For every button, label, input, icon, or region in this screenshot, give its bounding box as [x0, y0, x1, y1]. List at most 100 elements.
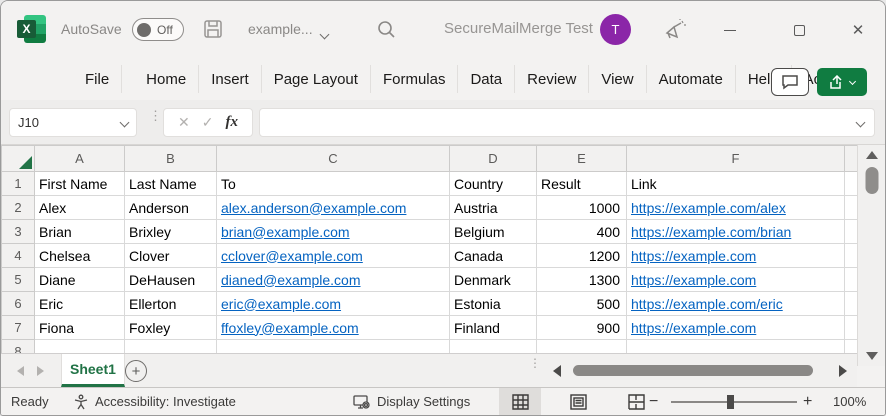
insert-function-button[interactable]: fx [225, 114, 238, 131]
horizontal-scrollbar-thumb[interactable] [573, 365, 813, 376]
cell-email-link[interactable]: cclover@example.com [217, 244, 450, 268]
cell[interactable]: Belgium [450, 220, 537, 244]
col-header-c[interactable]: C [217, 146, 450, 172]
tab-page-layout[interactable]: Page Layout [262, 65, 371, 93]
cell-email-link[interactable]: alex.anderson@example.com [217, 196, 450, 220]
save-icon[interactable] [203, 19, 223, 39]
row-header-5[interactable]: 5 [2, 268, 35, 292]
cell[interactable]: Denmark [450, 268, 537, 292]
cell[interactable] [627, 340, 845, 354]
cell[interactable]: Brian [35, 220, 125, 244]
cell[interactable] [845, 196, 858, 220]
col-header-f[interactable]: F [627, 146, 845, 172]
cell[interactable] [845, 220, 858, 244]
cell[interactable]: 900 [537, 316, 627, 340]
cell[interactable]: Fiona [35, 316, 125, 340]
cell[interactable] [845, 292, 858, 316]
cell-email-link[interactable]: ffoxley@example.com [217, 316, 450, 340]
tab-review[interactable]: Review [515, 65, 589, 93]
cancel-icon[interactable]: ✕ [178, 114, 190, 131]
cell[interactable]: 400 [537, 220, 627, 244]
tab-home[interactable]: Home [134, 65, 199, 93]
share-button[interactable] [817, 68, 867, 96]
cell-url-link[interactable]: https://example.com/eric [627, 292, 845, 316]
avatar[interactable]: T [600, 14, 631, 45]
cell-url-link[interactable]: https://example.com [627, 244, 845, 268]
accessibility-status[interactable]: Accessibility: Investigate [73, 388, 236, 415]
cell-url-link[interactable]: https://example.com [627, 268, 845, 292]
cell[interactable]: 1300 [537, 268, 627, 292]
cell[interactable] [537, 340, 627, 354]
maximize-button[interactable] [788, 19, 810, 41]
cell[interactable] [845, 268, 858, 292]
cell[interactable]: Anderson [125, 196, 217, 220]
name-box[interactable]: J10 [9, 108, 137, 137]
cell[interactable]: First Name [35, 172, 125, 196]
view-normal-button[interactable] [499, 388, 541, 415]
scroll-right-icon[interactable] [839, 365, 847, 377]
cell[interactable]: Clover [125, 244, 217, 268]
row-header-7[interactable]: 7 [2, 316, 35, 340]
col-header-a[interactable]: A [35, 146, 125, 172]
tab-view[interactable]: View [589, 65, 646, 93]
cell-email-link[interactable]: eric@example.com [217, 292, 450, 316]
hscroll-drag-handle[interactable]: ⋮ [529, 360, 537, 367]
name-box-chevron-icon[interactable] [120, 118, 130, 128]
cell[interactable] [125, 340, 217, 354]
cell[interactable]: Link [627, 172, 845, 196]
enter-icon[interactable]: ✓ [202, 114, 214, 131]
col-header-b[interactable]: B [125, 146, 217, 172]
cell[interactable]: 1000 [537, 196, 627, 220]
zoom-slider[interactable] [671, 401, 797, 403]
row-header-1[interactable]: 1 [2, 172, 35, 196]
zoom-slider-thumb[interactable] [727, 395, 734, 409]
close-button[interactable]: ✕ [847, 19, 869, 41]
cell[interactable]: Foxley [125, 316, 217, 340]
formula-input[interactable] [259, 108, 875, 137]
cell-url-link[interactable]: https://example.com [627, 316, 845, 340]
cell[interactable]: 1200 [537, 244, 627, 268]
add-sheet-button[interactable]: + [125, 360, 147, 382]
scroll-down-icon[interactable] [866, 352, 878, 360]
select-all-button[interactable] [2, 146, 35, 172]
row-header-8[interactable]: 8 [2, 340, 35, 354]
megaphone-icon[interactable] [663, 19, 687, 41]
cell[interactable]: Eric [35, 292, 125, 316]
tab-file[interactable]: File [73, 65, 122, 93]
cell[interactable]: Last Name [125, 172, 217, 196]
cell[interactable]: Diane [35, 268, 125, 292]
cell[interactable]: Austria [450, 196, 537, 220]
row-header-4[interactable]: 4 [2, 244, 35, 268]
row-header-6[interactable]: 6 [2, 292, 35, 316]
cell[interactable] [35, 340, 125, 354]
cell-url-link[interactable]: https://example.com/alex [627, 196, 845, 220]
cell-email-link[interactable]: brian@example.com [217, 220, 450, 244]
col-header-d[interactable]: D [450, 146, 537, 172]
tab-automate[interactable]: Automate [647, 65, 736, 93]
cell[interactable]: Alex [35, 196, 125, 220]
col-header-partial[interactable] [845, 146, 858, 172]
zoom-in-button[interactable]: + [803, 388, 812, 415]
zoom-out-button[interactable]: − [649, 388, 658, 415]
cell[interactable] [450, 340, 537, 354]
cell[interactable] [845, 244, 858, 268]
cell[interactable] [845, 340, 858, 354]
zoom-level[interactable]: 100% [833, 388, 866, 415]
excel-logo-icon[interactable]: X [17, 15, 46, 43]
cell[interactable]: Brixley [125, 220, 217, 244]
sheet-nav-left-icon[interactable] [17, 366, 24, 376]
formula-bar-drag-handle[interactable]: ⋮ [149, 112, 155, 119]
cell[interactable] [845, 316, 858, 340]
vertical-scrollbar-thumb[interactable] [866, 167, 879, 194]
workbook-name[interactable]: example... [248, 21, 313, 37]
scroll-up-icon[interactable] [866, 151, 878, 159]
search-icon[interactable] [377, 20, 396, 39]
cell[interactable] [217, 340, 450, 354]
row-header-3[interactable]: 3 [2, 220, 35, 244]
sheet-nav-right-icon[interactable] [37, 366, 44, 376]
scroll-left-icon[interactable] [553, 365, 561, 377]
cell[interactable]: Finland [450, 316, 537, 340]
cell[interactable]: Estonia [450, 292, 537, 316]
tab-formulas[interactable]: Formulas [371, 65, 459, 93]
cell-email-link[interactable]: dianed@example.com [217, 268, 450, 292]
